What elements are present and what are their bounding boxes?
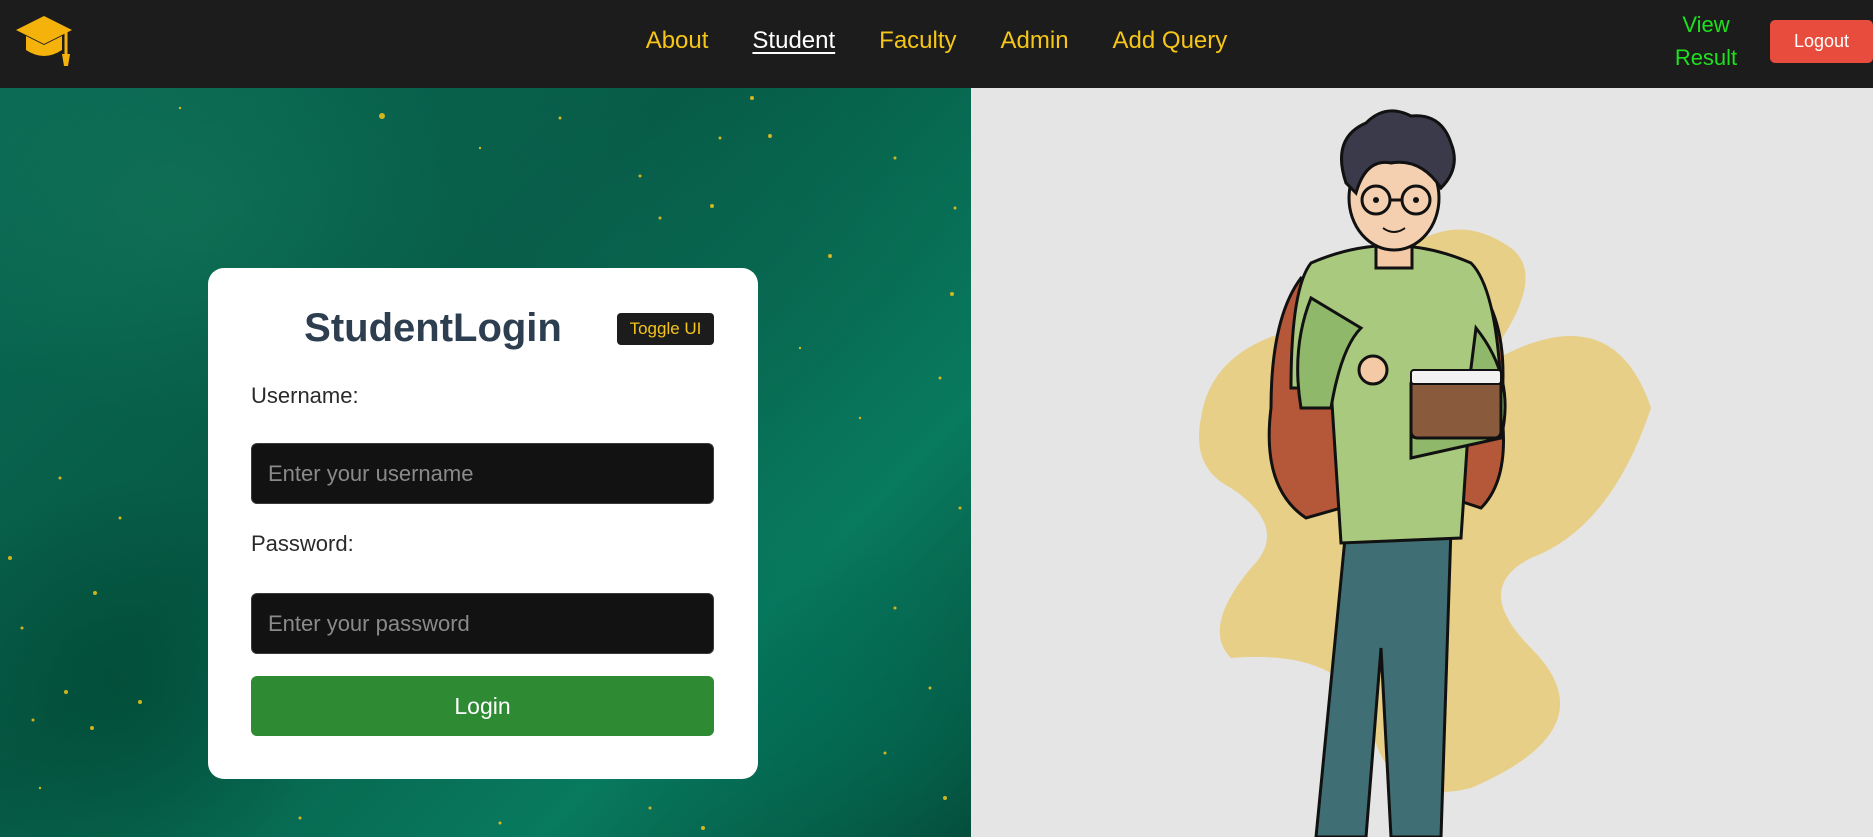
student-login-card: StudentLogin Toggle UI Username: Passwor… (208, 268, 758, 779)
username-label: Username: (251, 383, 359, 408)
view-result-line2: Result (1674, 45, 1738, 70)
illustration-panel (971, 88, 1873, 837)
toggle-ui-button[interactable]: Toggle UI (617, 313, 714, 345)
login-button[interactable]: Login (251, 676, 714, 736)
nav-link-faculty[interactable]: Faculty (879, 27, 956, 55)
nav-links: About Student Faculty Admin Add Query (0, 0, 1873, 82)
student-with-backpack-illustration (1199, 109, 1651, 837)
view-result-line1: View (1682, 12, 1730, 37)
username-input[interactable] (251, 443, 714, 504)
nav-link-add-query[interactable]: Add Query (1113, 27, 1228, 55)
nav-link-about[interactable]: About (646, 27, 709, 55)
logout-button[interactable]: Logout (1770, 20, 1873, 63)
top-navbar: About Student Faculty Admin Add Query Vi… (0, 0, 1873, 88)
password-input[interactable] (251, 593, 714, 654)
nav-link-student[interactable]: Student (752, 27, 835, 55)
graduation-cap-icon[interactable] (14, 14, 74, 68)
login-background-panel: StudentLogin Toggle UI Username: Passwor… (0, 88, 971, 837)
login-title: StudentLogin (304, 306, 562, 350)
password-label: Password: (251, 531, 354, 556)
nav-link-admin[interactable]: Admin (1001, 27, 1069, 55)
view-result-link[interactable]: View Result (1660, 8, 1752, 74)
